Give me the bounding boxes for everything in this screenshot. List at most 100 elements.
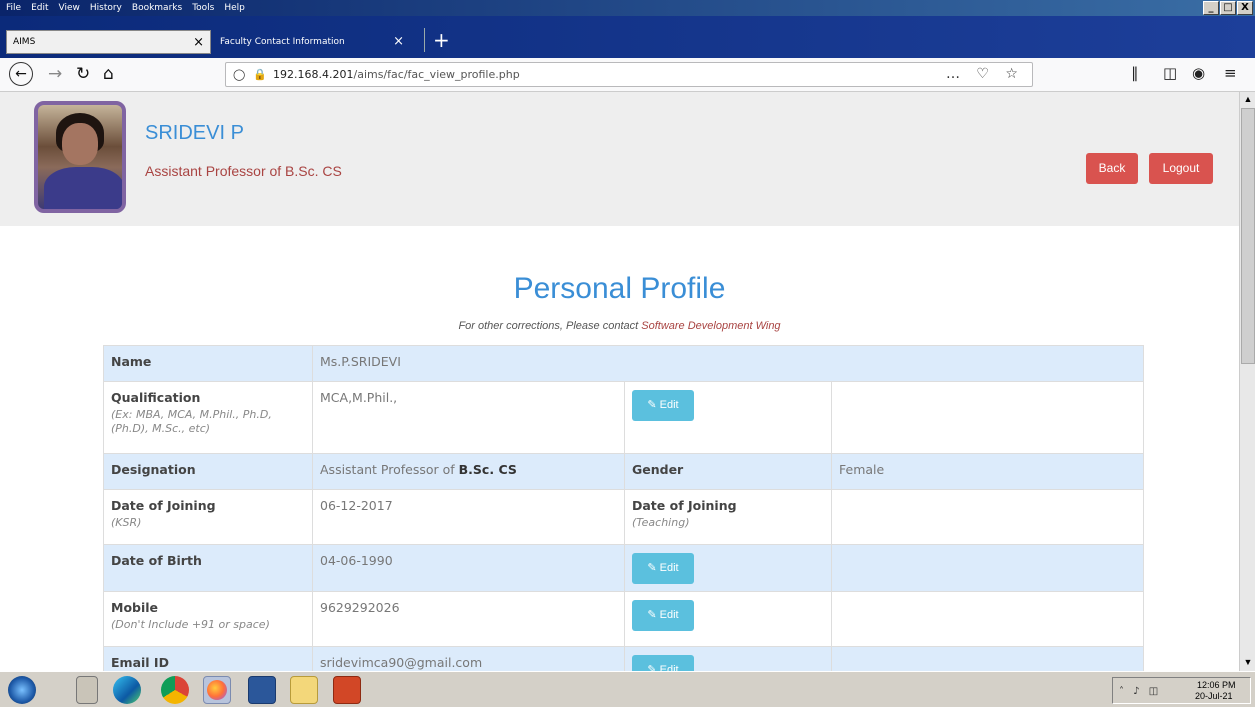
edit-qualification-button[interactable]: ✎ Edit: [632, 390, 694, 421]
mobile-label: Mobile: [111, 600, 159, 615]
email-extra: [831, 646, 1144, 671]
dob-label: Date of Birth: [103, 544, 313, 592]
library-icon[interactable]: ∥: [1131, 64, 1139, 82]
menu-view[interactable]: View: [54, 3, 85, 13]
menu-icon[interactable]: ≡: [1224, 64, 1237, 82]
subtitle-text: For other corrections, Please contact: [458, 320, 642, 332]
close-window-button[interactable]: X: [1237, 1, 1253, 15]
tray-icons[interactable]: ˄ ♪ ◫: [1119, 686, 1161, 697]
menu-bookmarks[interactable]: Bookmarks: [127, 3, 187, 13]
page-title: Personal Profile: [513, 272, 726, 305]
page-actions-icons[interactable]: … ♡ ☆: [946, 66, 1024, 82]
faculty-name: SRIDEVI P: [145, 122, 244, 144]
chrome-icon[interactable]: [161, 676, 189, 704]
account-icon[interactable]: ◉: [1192, 64, 1205, 82]
qualification-extra: [831, 381, 1144, 454]
faculty-designation: Assistant Professor of B.Sc. CS: [145, 163, 342, 179]
qualification-hint: (Ex: MBA, MCA, M.Phil., Ph.D, (Ph.D), M.…: [111, 408, 272, 435]
menu-tools[interactable]: Tools: [187, 3, 219, 13]
page-subtitle: For other corrections, Please contact So…: [0, 320, 1239, 332]
edit-dob-button[interactable]: ✎ Edit: [632, 553, 694, 584]
shield-icon[interactable]: ◯: [233, 68, 245, 81]
email-edit-cell: ✎ Edit: [624, 646, 832, 671]
firefox-icon[interactable]: [203, 676, 231, 704]
mobile-value: 9629292026: [312, 591, 625, 647]
dob-edit-cell: ✎ Edit: [624, 544, 832, 592]
scroll-down-icon[interactable]: ▼: [1242, 657, 1254, 669]
designation-value: Assistant Professor of B.Sc. CS: [312, 453, 625, 490]
insecure-lock-icon[interactable]: 🔒: [253, 68, 267, 81]
tab-label: Faculty Contact Information: [220, 37, 345, 47]
edit-email-button[interactable]: ✎ Edit: [632, 655, 694, 671]
forward-arrow-icon[interactable]: →: [48, 64, 62, 84]
software-wing-link[interactable]: Software Development Wing: [641, 320, 780, 332]
table-row-doj: Date of Joining (KSR) 06-12-2017 Date of …: [103, 489, 1144, 545]
doj-ksr-label: Date of Joining: [111, 498, 216, 513]
mobile-edit-cell: ✎ Edit: [624, 591, 832, 647]
window-controls: _ □ X: [1203, 1, 1253, 15]
start-orb-icon[interactable]: [8, 676, 36, 704]
clock-date[interactable]: 20-Jul-21: [1195, 691, 1233, 701]
home-icon[interactable]: ⌂: [103, 64, 114, 84]
table-row-dob: Date of Birth 04-06-1990 ✎ Edit: [103, 544, 1144, 592]
tab-aims[interactable]: AIMS ×: [6, 30, 211, 54]
navigation-bar: ← → ↻ ⌂ ◯ 🔒 192.168.4.201/aims/fac/fac_v…: [0, 58, 1255, 92]
url-path: /aims/fac/fac_view_profile.php: [353, 68, 520, 81]
scroll-up-icon[interactable]: ▲: [1242, 94, 1254, 106]
reload-icon[interactable]: ↻: [76, 64, 90, 84]
doj-ksr-cell: Date of Joining (KSR): [103, 489, 313, 545]
clock-time[interactable]: 12:06 PM: [1197, 680, 1236, 690]
table-row-designation: Designation Assistant Professor of B.Sc.…: [103, 453, 1144, 490]
menu-edit[interactable]: Edit: [26, 3, 53, 13]
taskbar: ˄ ♪ ◫ 12:06 PM 20-Jul-21: [0, 671, 1255, 707]
close-tab-icon[interactable]: ×: [193, 35, 204, 50]
back-button[interactable]: Back: [1086, 153, 1138, 184]
doj-ksr-hint: (KSR): [111, 516, 142, 529]
url-bar[interactable]: ◯ 🔒 192.168.4.201/aims/fac/fac_view_prof…: [225, 62, 1033, 87]
minimize-button[interactable]: _: [1203, 1, 1219, 15]
table-row-qualification: Qualification (Ex: MBA, MCA, M.Phil., Ph.…: [103, 381, 1144, 454]
menu-history[interactable]: History: [85, 3, 127, 13]
qualification-value: MCA,M.Phil.,: [312, 381, 625, 454]
mobile-hint: (Don't Include +91 or space): [111, 618, 270, 631]
dob-extra: [831, 544, 1144, 592]
tab-bar: AIMS × Faculty Contact Information × +: [0, 16, 1255, 58]
gender-value: Female: [831, 453, 1144, 490]
back-arrow-icon[interactable]: ←: [9, 62, 33, 86]
edge-icon[interactable]: [113, 676, 141, 704]
powerpoint-icon[interactable]: [333, 676, 361, 704]
mobile-extra: [831, 591, 1144, 647]
edit-mobile-button[interactable]: ✎ Edit: [632, 600, 694, 631]
url-text[interactable]: 192.168.4.201/aims/fac/fac_view_profile.…: [273, 68, 520, 81]
dob-value: 04-06-1990: [312, 544, 625, 592]
name-value: Ms.P.SRIDEVI: [312, 345, 1144, 382]
scroll-thumb[interactable]: [1241, 108, 1255, 364]
profile-table: Name Ms.P.SRIDEVI Qualification (Ex: MBA,…: [103, 345, 1144, 671]
designation-prefix: Assistant Professor of: [320, 462, 459, 477]
name-label: Name: [103, 345, 313, 382]
firefox-logo: [207, 680, 227, 700]
gender-label: Gender: [624, 453, 832, 490]
system-tray: ˄ ♪ ◫ 12:06 PM 20-Jul-21: [1112, 677, 1251, 704]
avatar: [34, 101, 126, 213]
tally-erp-icon[interactable]: [76, 676, 98, 704]
vertical-scrollbar[interactable]: ▲ ▼: [1239, 92, 1255, 671]
new-tab-button[interactable]: +: [424, 28, 450, 52]
email-value: sridevimca90@gmail.com: [312, 646, 625, 671]
menu-file[interactable]: File: [0, 3, 26, 13]
url-host: 192.168.4.201: [273, 68, 354, 81]
word-icon[interactable]: [248, 676, 276, 704]
sidebar-icon[interactable]: ◫: [1163, 64, 1177, 82]
close-tab-icon[interactable]: ×: [393, 34, 404, 49]
maximize-button[interactable]: □: [1220, 1, 1236, 15]
logout-button[interactable]: Logout: [1149, 153, 1213, 184]
tab-label: AIMS: [13, 37, 36, 47]
menu-help[interactable]: Help: [219, 3, 250, 13]
email-label: Email ID: [103, 646, 313, 671]
doj-ksr-value: 06-12-2017: [312, 489, 625, 545]
doj-teaching-hint: (Teaching): [632, 516, 690, 529]
file-explorer-icon[interactable]: [290, 676, 318, 704]
table-row-name: Name Ms.P.SRIDEVI: [103, 345, 1144, 382]
avatar-face: [62, 123, 98, 165]
tab-faculty-contact[interactable]: Faculty Contact Information ×: [214, 30, 414, 54]
